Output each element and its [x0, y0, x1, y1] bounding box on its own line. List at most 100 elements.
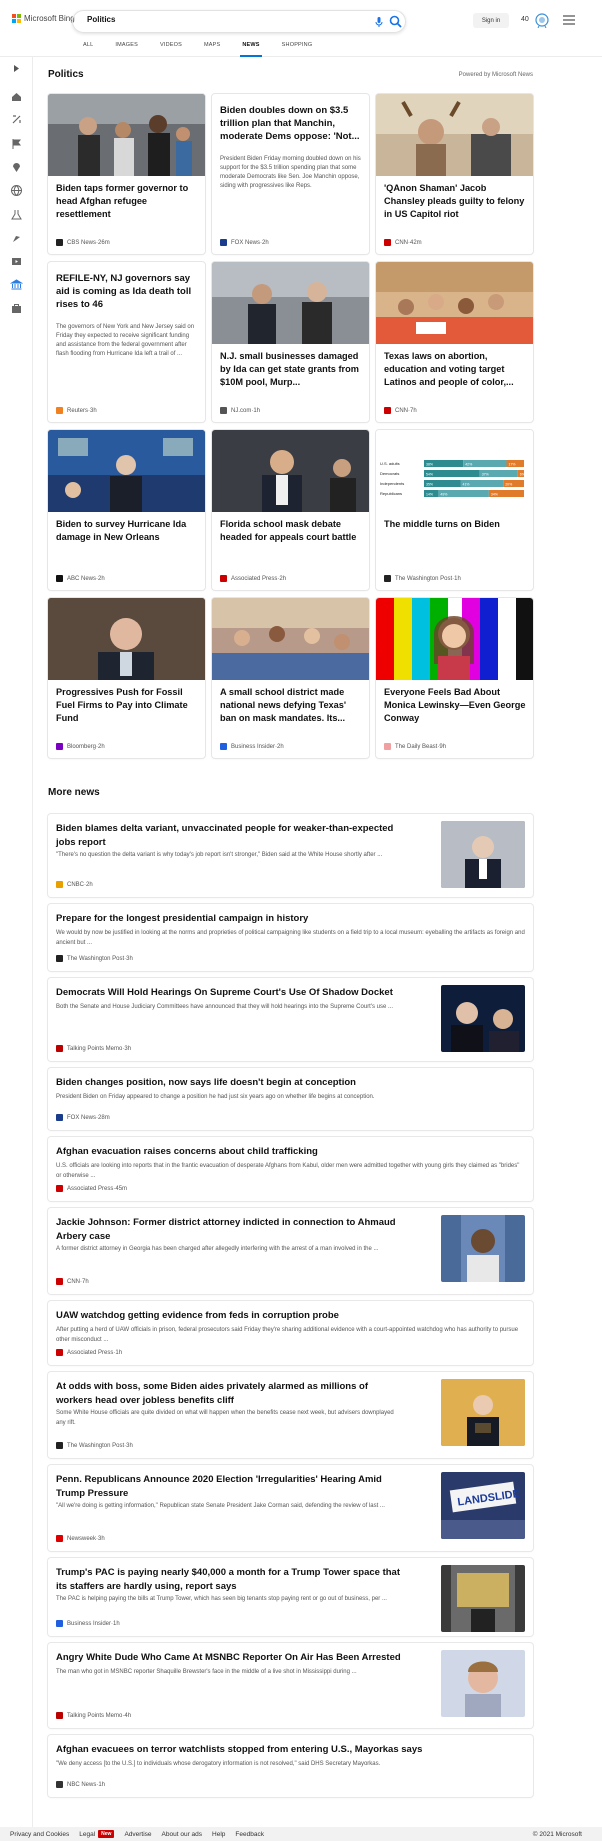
news-card-image[interactable] [212, 262, 369, 344]
news-headline[interactable]: Penn. Republicans Announce 2020 Election… [56, 1473, 401, 1500]
news-source[interactable]: Talking Points Memo · 3h [56, 1045, 131, 1052]
entertainment-icon[interactable] [10, 255, 23, 268]
news-card-source[interactable]: Bloomberg · 2h [56, 743, 105, 750]
news-thumbnail[interactable] [441, 985, 525, 1052]
news-card-title[interactable]: Everyone Feels Bad About Monica Lewinsky… [384, 686, 526, 725]
news-card-source[interactable]: FOX News · 2h [220, 239, 269, 246]
news-card-image[interactable] [376, 262, 533, 344]
news-list-item[interactable]: Democrats Will Hold Hearings On Supreme … [48, 978, 533, 1061]
news-card-source[interactable]: Associated Press · 2h [220, 575, 286, 582]
news-list-item[interactable]: Penn. Republicans Announce 2020 Election… [48, 1465, 533, 1551]
news-card-title[interactable]: Florida school mask debate headed for ap… [220, 518, 362, 544]
politics-icon[interactable] [10, 278, 23, 291]
news-headline[interactable]: Trump's PAC is paying nearly $40,000 a m… [56, 1566, 401, 1593]
search-icon[interactable] [389, 15, 402, 28]
news-source[interactable]: Business Insider · 1h [56, 1620, 120, 1627]
footer-link-privacy-and-cookies[interactable]: Privacy and Cookies [10, 1831, 69, 1838]
location-icon[interactable] [10, 160, 23, 173]
news-card-source[interactable]: Business Insider · 2h [220, 743, 284, 750]
news-thumbnail[interactable]: LANDSLIDE [441, 1472, 525, 1539]
news-source[interactable]: CNN · 7h [56, 1278, 89, 1285]
news-list-item[interactable]: Angry White Dude Who Came At MSNBC Repor… [48, 1643, 533, 1728]
footer-link-feedback[interactable]: Feedback [235, 1831, 264, 1838]
news-headline[interactable]: Afghan evacuees on terror watchlists sto… [56, 1743, 526, 1757]
news-card-image[interactable] [48, 94, 205, 176]
news-list-item[interactable]: UAW watchdog getting evidence from feds … [48, 1301, 533, 1365]
tab-news[interactable]: NEWS [240, 40, 263, 57]
news-list-item[interactable]: At odds with boss, some Biden aides priv… [48, 1372, 533, 1458]
news-thumbnail[interactable] [441, 821, 525, 888]
news-headline[interactable]: Angry White Dude Who Came At MSNBC Repor… [56, 1651, 401, 1665]
search-box[interactable] [72, 10, 406, 33]
news-headline[interactable]: At odds with boss, some Biden aides priv… [56, 1380, 401, 1407]
news-card[interactable]: 'QAnon Shaman' Jacob Chansley pleads gui… [376, 94, 533, 254]
news-card-image[interactable] [212, 598, 369, 680]
news-card-title[interactable]: REFILE-NY, NJ governors say aid is comin… [56, 272, 198, 311]
news-card-source[interactable]: CBS News · 26m [56, 239, 110, 246]
news-card[interactable]: REFILE-NY, NJ governors say aid is comin… [48, 262, 205, 422]
news-card-source[interactable]: The Daily Beast · 9h [384, 743, 446, 750]
news-source[interactable]: The Washington Post · 3h [56, 1442, 133, 1449]
news-headline[interactable]: Afghan evacuation raises concerns about … [56, 1145, 526, 1159]
news-list-item[interactable]: Jackie Johnson: Former district attorney… [48, 1208, 533, 1294]
news-card[interactable]: Progressives Push for Fossil Fuel Firms … [48, 598, 205, 758]
menu-icon[interactable] [563, 15, 575, 25]
news-headline[interactable]: UAW watchdog getting evidence from feds … [56, 1309, 526, 1323]
news-card-image[interactable] [376, 598, 533, 680]
news-card-source[interactable]: ABC News · 2h [56, 575, 105, 582]
footer-link-advertise[interactable]: Advertise [124, 1831, 151, 1838]
news-source[interactable]: FOX News · 28m [56, 1114, 110, 1121]
news-headline[interactable]: Biden changes position, now says life do… [56, 1076, 526, 1090]
news-thumbnail[interactable] [441, 1650, 525, 1717]
news-card[interactable]: Texas laws on abortion, education and vo… [376, 262, 533, 422]
mic-icon[interactable] [373, 16, 385, 28]
poll-chart-image[interactable]: 38% 42% 17% U.S. adults 54% 37% 6% Democrats 35%… [376, 430, 533, 512]
news-card-title[interactable]: Biden taps former governor to head Afgha… [56, 182, 198, 221]
rewards-medal-icon[interactable] [534, 12, 550, 28]
news-source[interactable]: Newsweek · 3h [56, 1535, 105, 1542]
news-card[interactable]: Biden to survey Hurricane Ida damage in … [48, 430, 205, 590]
news-list-item[interactable]: Afghan evacuees on terror watchlists sto… [48, 1735, 533, 1797]
business-icon[interactable] [10, 302, 23, 315]
news-card-image[interactable] [48, 430, 205, 512]
news-card-source[interactable]: CNN · 42m [384, 239, 422, 246]
news-card-image[interactable] [212, 430, 369, 512]
news-card[interactable]: 38% 42% 17% U.S. adults 54% 37% 6% Democrats 35%… [376, 430, 533, 590]
news-card-title[interactable]: Progressives Push for Fossil Fuel Firms … [56, 686, 198, 725]
news-card-title[interactable]: Biden to survey Hurricane Ida damage in … [56, 518, 198, 544]
news-thumbnail[interactable] [441, 1215, 525, 1282]
news-source[interactable]: CNBC · 2h [56, 881, 93, 888]
news-headline[interactable]: Prepare for the longest presidential cam… [56, 912, 526, 926]
news-card-source[interactable]: NJ.com · 1h [220, 407, 260, 414]
news-headline[interactable]: Biden blames delta variant, unvaccinated… [56, 822, 401, 849]
news-card[interactable]: Biden taps former governor to head Afgha… [48, 94, 205, 254]
news-list-item[interactable]: Biden changes position, now says life do… [48, 1068, 533, 1130]
news-source[interactable]: Talking Points Memo · 4h [56, 1712, 131, 1719]
world-icon[interactable] [10, 184, 23, 197]
science-icon[interactable] [10, 208, 23, 221]
news-card-image[interactable] [48, 598, 205, 680]
news-card-title[interactable]: The middle turns on Biden [384, 518, 526, 531]
news-card-source[interactable]: The Washington Post · 1h [384, 575, 461, 582]
news-card-source[interactable]: Reuters · 3h [56, 407, 97, 414]
technology-icon[interactable] [10, 232, 23, 245]
news-card[interactable]: Florida school mask debate headed for ap… [212, 430, 369, 590]
tab-all[interactable]: ALL [83, 40, 93, 57]
news-thumbnail[interactable] [441, 1565, 525, 1632]
footer-link-help[interactable]: Help [212, 1831, 225, 1838]
news-card-title[interactable]: 'QAnon Shaman' Jacob Chansley pleads gui… [384, 182, 526, 221]
footer-link-legal[interactable]: Legal [79, 1831, 95, 1838]
news-thumbnail[interactable] [441, 1379, 525, 1446]
news-list-item[interactable]: Afghan evacuation raises concerns about … [48, 1137, 533, 1201]
tab-videos[interactable]: VIDEOS [160, 40, 182, 57]
recommended-icon[interactable] [10, 113, 23, 126]
news-card[interactable]: A small school district made national ne… [212, 598, 369, 758]
news-card[interactable]: Everyone Feels Bad About Monica Lewinsky… [376, 598, 533, 758]
news-source[interactable]: The Washington Post · 3h [56, 955, 133, 962]
news-card-title[interactable]: Texas laws on abortion, education and vo… [384, 350, 526, 389]
news-source[interactable]: NBC News · 1h [56, 1781, 105, 1788]
sign-in-button[interactable]: Sign in [473, 13, 509, 28]
news-list-item[interactable]: Trump's PAC is paying nearly $40,000 a m… [48, 1558, 533, 1636]
news-card-source[interactable]: CNN · 7h [384, 407, 417, 414]
bing-logo[interactable]: Microsoft Bing [12, 14, 75, 23]
